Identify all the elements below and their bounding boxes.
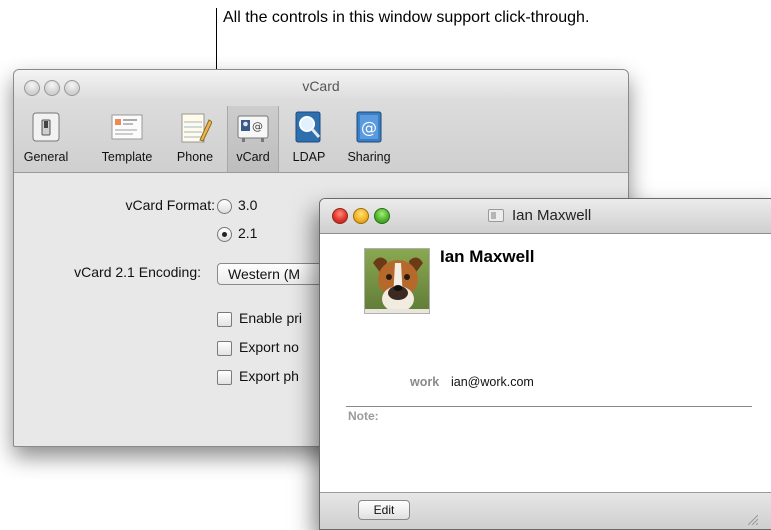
template-icon	[111, 114, 143, 140]
prefs-titlebar: vCard General Template Phone @ vCard LDA…	[14, 70, 628, 173]
svg-text:@: @	[361, 118, 377, 137]
card-title-text: Ian Maxwell	[512, 207, 592, 224]
toolbar-general-label: General	[23, 150, 69, 164]
export-notes-checkbox[interactable]	[217, 341, 232, 356]
toolbar-phone[interactable]: Phone	[170, 106, 220, 172]
enable-private-checkbox[interactable]	[217, 312, 232, 327]
dog-photo-icon	[365, 249, 429, 313]
radio-2-1-label: 2.1	[238, 225, 258, 241]
close-button[interactable]	[332, 208, 348, 224]
toolbar-vcard-label: vCard	[236, 150, 270, 164]
export-photos-label: Export ph	[239, 368, 299, 384]
toolbar-template[interactable]: Template	[92, 106, 162, 172]
card-bottom-bar: Edit	[320, 492, 771, 529]
radio-selected-dot	[222, 232, 227, 237]
phone-notepad-icon	[181, 113, 212, 143]
vcard-proxy-icon	[488, 209, 504, 222]
contact-name: Ian Maxwell	[440, 247, 535, 266]
ldap-magnifier-icon	[295, 111, 321, 143]
window-title: vCard	[302, 78, 340, 94]
toolbar-general[interactable]: General	[18, 106, 74, 172]
note-label: Note:	[348, 409, 379, 423]
edit-button[interactable]: Edit	[358, 500, 410, 520]
radio-2-1[interactable]	[217, 227, 232, 242]
radio-3-0-label: 3.0	[238, 197, 258, 213]
email-label: work	[410, 375, 440, 389]
note-separator	[346, 406, 752, 407]
toolbar-ldap-label: LDAP	[292, 150, 326, 164]
toolbar-phone-label: Phone	[176, 150, 214, 164]
export-notes-label: Export no	[239, 339, 299, 355]
toolbar-sharing[interactable]: @ Sharing	[340, 106, 398, 172]
enable-private-label: Enable pri	[239, 310, 303, 326]
vcard-window: Ian Maxwell Ian Maxwell work ian@work.co…	[319, 198, 771, 530]
resize-grip-icon[interactable]	[748, 515, 758, 525]
vcard-icon: @	[237, 115, 269, 142]
toolbar-sharing-label: Sharing	[347, 150, 391, 164]
vcard-format-label: vCard Format:	[125, 197, 215, 213]
minimize-button[interactable]	[353, 208, 369, 224]
toolbar-template-label: Template	[101, 150, 153, 164]
export-photos-checkbox[interactable]	[217, 370, 232, 385]
radio-3-0[interactable]	[217, 199, 232, 214]
card-titlebar: Ian Maxwell	[320, 199, 771, 234]
email-value[interactable]: ian@work.com	[451, 375, 534, 389]
sharing-at-icon: @	[356, 111, 382, 143]
card-window-title: Ian Maxwell	[488, 207, 591, 224]
toolbar-vcard[interactable]: @ vCard	[227, 106, 279, 172]
general-switch-icon	[32, 112, 60, 142]
toolbar-ldap[interactable]: LDAP	[286, 106, 332, 172]
zoom-button[interactable]	[374, 208, 390, 224]
svg-text:@: @	[252, 120, 263, 133]
callout-text: All the controls in this window support …	[223, 9, 590, 26]
contact-photo[interactable]	[364, 248, 430, 314]
encoding-label: vCard 2.1 Encoding:	[74, 264, 201, 280]
